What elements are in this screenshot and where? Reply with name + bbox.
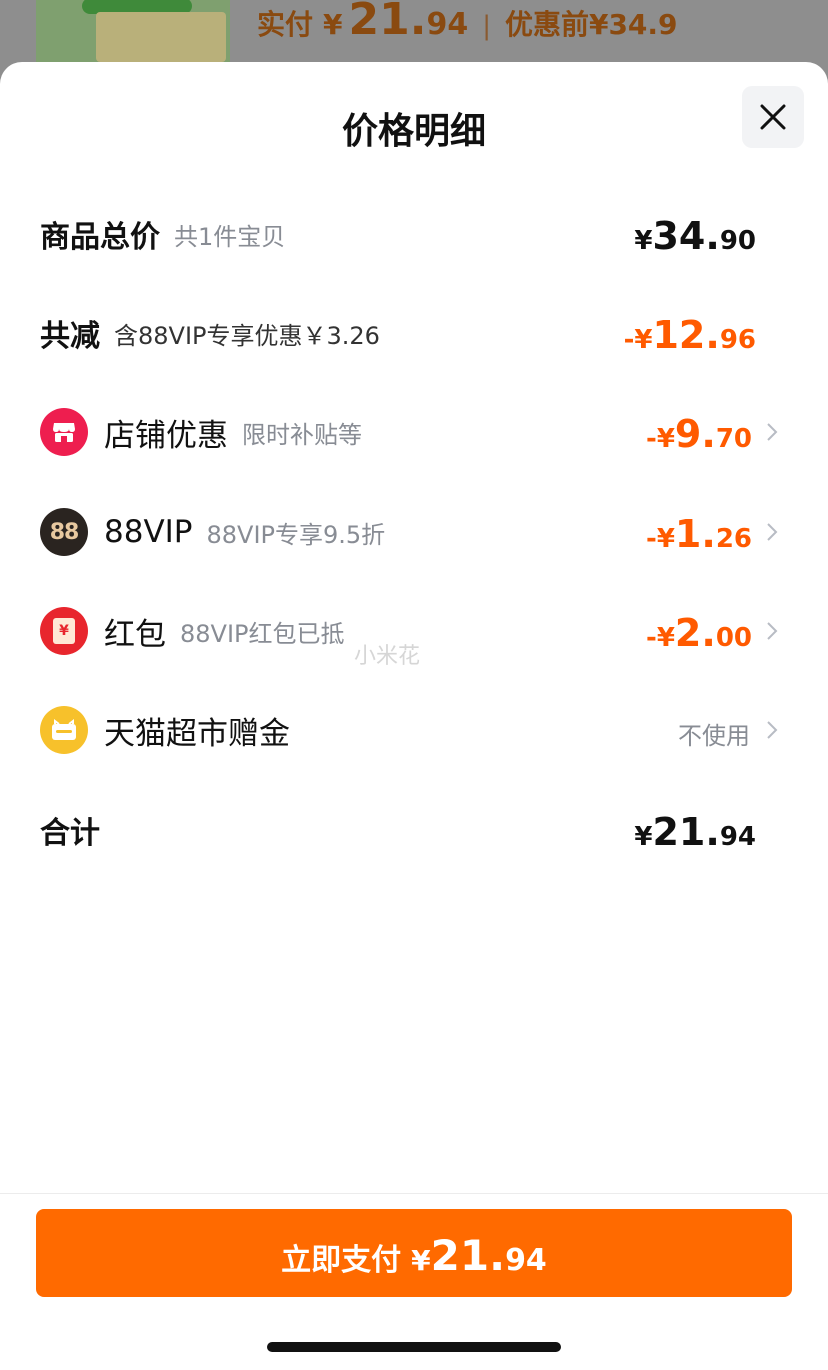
row-total-discount: 共减 含88VIP专享优惠￥3.26 -¥ 12. 96 — [0, 303, 828, 363]
total-discount-amount: -¥ 12. 96 — [624, 303, 756, 363]
total-price-sub: 共1件宝贝 — [174, 222, 286, 251]
pay-button-decimal: 94 — [505, 1243, 547, 1278]
watermark: 小米花 — [354, 644, 421, 669]
vip-amount: -¥ 1. 26 — [646, 502, 752, 562]
sum-amount: ¥ 21. 94 — [634, 800, 756, 860]
sheet-title: 价格明细 — [341, 111, 486, 152]
amount-integer: 34. — [652, 214, 720, 258]
row-sum: 合计 ¥ 21. 94 — [0, 800, 828, 860]
tmall-gift-value: 不使用 — [678, 700, 750, 760]
chevron-right-icon — [767, 721, 778, 739]
pay-button-currency: ¥ — [411, 1244, 431, 1277]
vip-88-icon: 88 — [40, 508, 88, 556]
pay-button-label: 立即支付 — [281, 1243, 402, 1278]
paid-label: 实付 — [257, 8, 314, 41]
shop-discount-sub: 限时补贴等 — [242, 420, 362, 449]
amount-integer: 21. — [652, 810, 720, 854]
price-separator: | — [482, 11, 491, 41]
amount-decimal: 90 — [719, 226, 756, 256]
amount-integer: 1. — [674, 512, 716, 556]
amount-decimal: 00 — [715, 623, 752, 653]
total-price-amount: ¥ 34. 90 — [634, 204, 756, 264]
amount-decimal: 26 — [715, 524, 752, 554]
row-tmall-gift[interactable]: 天猫超市赠金 不使用 — [0, 700, 828, 760]
total-discount-sub: 含88VIP专享优惠￥3.26 — [114, 321, 380, 350]
amount-currency: -¥ — [623, 325, 653, 355]
amount-currency: -¥ — [646, 524, 675, 554]
amount-currency: ¥ — [634, 822, 653, 852]
row-88vip[interactable]: 88 88VIP 88VIP专享9.5折 -¥ 1. 26 — [0, 502, 828, 562]
price-detail-sheet: 价格明细 商品总价 共1件宝贝 ¥ 34. 90 共减 含88VIP专享优惠￥3… — [0, 62, 828, 1370]
home-indicator[interactable] — [267, 1342, 561, 1352]
red-packet-symbol: ¥ — [59, 623, 69, 639]
vip-icon-text: 88 — [49, 519, 80, 545]
total-discount-label: 共减 — [40, 319, 100, 354]
amount-currency: -¥ — [646, 623, 675, 653]
amount-decimal: 70 — [715, 424, 752, 454]
tmall-gift-label: 天猫超市赠金 — [104, 715, 290, 752]
thumbnail-strip — [96, 12, 226, 62]
gift-value-text: 不使用 — [678, 722, 750, 750]
chevron-right-icon — [767, 622, 778, 640]
row-shop-discount[interactable]: 店铺优惠 限时补贴等 -¥ 9. 70 — [0, 402, 828, 462]
original-price: 优惠前¥34.9 — [504, 8, 678, 41]
amount-integer: 12. — [652, 313, 720, 357]
paid-decimal: 94 — [426, 7, 469, 42]
chevron-right-icon — [767, 423, 778, 441]
amount-integer: 9. — [674, 412, 716, 456]
amount-currency: -¥ — [646, 424, 675, 454]
row-total-price: 商品总价 共1件宝贝 ¥ 34. 90 — [0, 204, 828, 264]
close-icon — [760, 104, 786, 130]
chevron-right-icon — [767, 523, 778, 541]
amount-decimal: 94 — [719, 822, 756, 852]
shop-discount-amount: -¥ 9. 70 — [646, 402, 752, 462]
amount-currency: ¥ — [634, 226, 653, 256]
vip-label: 88VIP — [104, 514, 193, 550]
red-packet-sub: 88VIP红包已抵 — [180, 619, 345, 648]
red-packet-card: ¥ — [53, 618, 75, 644]
shop-discount-label: 店铺优惠 — [104, 417, 228, 454]
paid-currency: ¥ — [323, 8, 343, 41]
red-packet-label: 红包 — [104, 616, 166, 653]
sum-label: 合计 — [40, 816, 100, 851]
vip-sub: 88VIP专享9.5折 — [206, 520, 386, 549]
red-packet-amount: -¥ 2. 00 — [646, 601, 752, 661]
pay-now-button[interactable]: 立即支付 ¥ 21. 94 — [36, 1209, 792, 1297]
red-packet-icon: ¥ — [40, 607, 88, 655]
pay-button-integer: 21. — [430, 1231, 506, 1280]
footer-divider — [0, 1193, 828, 1194]
amount-integer: 2. — [674, 611, 716, 655]
total-price-label: 商品总价 — [40, 220, 160, 255]
amount-decimal: 96 — [719, 325, 756, 355]
background-price: 实付 ¥ 21. 94 | 优惠前¥34.9 — [257, 0, 678, 54]
close-button[interactable] — [742, 86, 804, 148]
wallet-icon — [40, 706, 88, 754]
paid-integer: 21. — [348, 0, 427, 45]
store-icon — [40, 408, 88, 456]
